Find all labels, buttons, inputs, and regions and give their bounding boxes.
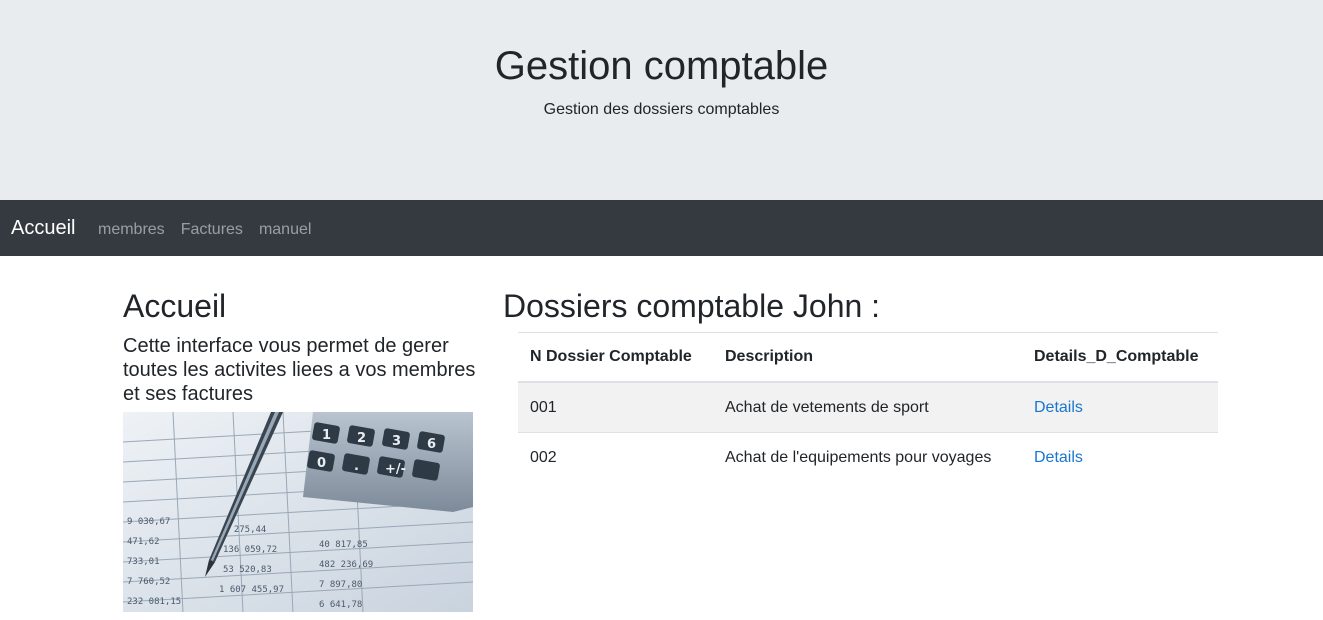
svg-text:482 236,69: 482 236,69 (319, 560, 373, 570)
page-subtitle: Gestion des dossiers comptables (543, 101, 780, 118)
intro-title: Accueil (123, 288, 227, 324)
intro-panel: Accueil Cette interface vous permet de g… (123, 282, 478, 406)
cell-num: 002 (518, 432, 713, 482)
svg-text:0: 0 (317, 456, 326, 471)
cell-num: 001 (518, 381, 713, 433)
svg-text:+/-: +/- (385, 462, 406, 477)
col-header-details: Details_D_Comptable (1022, 332, 1218, 383)
svg-text:6 641,78: 6 641,78 (319, 600, 362, 610)
svg-text:7 760,52: 7 760,52 (127, 577, 170, 587)
details-link[interactable]: Details (1034, 399, 1083, 416)
svg-text:2: 2 (357, 431, 366, 446)
svg-text:7 897,80: 7 897,80 (319, 580, 362, 590)
table-row: 002 Achat de l'equipements pour voyages … (518, 432, 1218, 482)
cell-details: Details (1022, 432, 1218, 482)
nav-link-factures[interactable]: Factures (181, 220, 243, 240)
navbar: Accueil membres Factures manuel (0, 200, 1323, 256)
col-header-description: Description (713, 332, 1022, 383)
nav-link-manuel[interactable]: manuel (259, 220, 311, 240)
details-link[interactable]: Details (1034, 449, 1083, 466)
nav-link-membres[interactable]: membres (98, 220, 165, 240)
svg-text:9 030,67: 9 030,67 (127, 517, 170, 527)
svg-text:232 081,15: 232 081,15 (127, 597, 181, 607)
navbar-brand[interactable]: Accueil (11, 216, 75, 240)
col-header-num: N Dossier Comptable (518, 332, 713, 383)
cell-description: Achat de vetements de sport (713, 381, 1022, 433)
svg-text:1: 1 (322, 428, 331, 443)
svg-text:3: 3 (392, 434, 401, 449)
svg-text:40 817,85: 40 817,85 (319, 540, 368, 550)
cell-details: Details (1022, 381, 1218, 433)
table-row: 001 Achat de vetements de sport Details (518, 381, 1218, 433)
table-header-row: N Dossier Comptable Description Details_… (518, 332, 1218, 383)
svg-text:136 059,72: 136 059,72 (223, 545, 277, 555)
svg-text:53 520,83: 53 520,83 (223, 565, 272, 575)
page-title: Gestion comptable (494, 44, 829, 88)
svg-text:471,62: 471,62 (127, 537, 160, 547)
dossiers-table: N Dossier Comptable Description Details_… (518, 332, 1218, 482)
svg-text:733,01: 733,01 (127, 557, 160, 567)
svg-text:1 607 455,97: 1 607 455,97 (219, 585, 284, 595)
nav-links: membres Factures manuel (98, 220, 311, 240)
calculator-image: 9 030,67 471,62 733,01 7 760,52 232 081,… (123, 412, 473, 612)
cell-description: Achat de l'equipements pour voyages (713, 432, 1022, 482)
svg-text:.: . (354, 459, 359, 474)
jumbotron-header: Gestion comptable Gestion des dossiers c… (0, 0, 1323, 200)
intro-text: Cette interface vous permet de gerer tou… (123, 335, 476, 405)
dossiers-title: Dossiers comptable John : (503, 288, 881, 324)
svg-text:6: 6 (427, 437, 436, 452)
